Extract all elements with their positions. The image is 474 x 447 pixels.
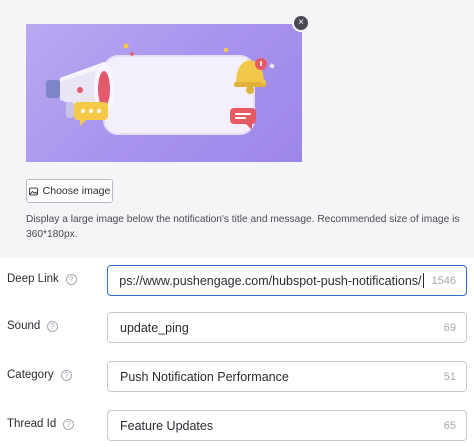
category-label-group: Category ?: [7, 369, 72, 381]
help-icon[interactable]: ?: [65, 273, 77, 285]
thread-id-value: Feature Updates: [120, 418, 214, 433]
help-icon[interactable]: ?: [60, 369, 72, 381]
image-help-text: Display a large image below the notifica…: [26, 214, 460, 240]
sound-input[interactable]: update_ping 69: [107, 312, 467, 343]
deep-link-row: Deep Link ? https://www.pushengage.com/h…: [0, 265, 474, 297]
category-value: Push Notification Performance: [120, 369, 289, 384]
sound-label: Sound: [7, 320, 41, 332]
sound-value: update_ping: [120, 320, 189, 335]
category-char-count: 51: [443, 370, 456, 383]
thread-id-char-count: 65: [443, 419, 456, 432]
image-icon: [28, 187, 38, 195]
deep-link-input[interactable]: https://www.pushengage.com/hubspot-push-…: [107, 265, 467, 296]
choose-image-label: Choose image: [42, 185, 111, 197]
choose-image-button[interactable]: Choose image: [26, 179, 113, 203]
deep-link-value: https://www.pushengage.com/hubspot-push-…: [120, 273, 422, 288]
sound-char-count: 69: [443, 321, 456, 334]
notification-image-preview: [26, 24, 302, 162]
category-label: Category: [7, 369, 54, 381]
text-caret: [422, 273, 424, 288]
sound-label-group: Sound ?: [7, 320, 59, 332]
remove-image-button[interactable]: ×: [294, 16, 308, 30]
thread-id-input[interactable]: Feature Updates 65: [107, 410, 467, 441]
thread-id-row: Thread Id ? Feature Updates 65: [0, 410, 474, 442]
deep-link-label: Deep Link: [7, 273, 59, 285]
thread-id-label-group: Thread Id ?: [7, 418, 75, 430]
category-input[interactable]: Push Notification Performance 51: [107, 361, 467, 392]
deep-link-char-count: 1546: [431, 274, 456, 287]
help-icon[interactable]: ?: [47, 320, 59, 332]
large-image-panel: × Choose image Display a large image bel…: [0, 0, 474, 258]
megaphone-illustration: [46, 43, 275, 135]
help-icon[interactable]: ?: [63, 418, 75, 430]
category-row: Category ? Push Notification Performance…: [0, 361, 474, 393]
sound-row: Sound ? update_ping 69: [0, 312, 474, 344]
thread-id-label: Thread Id: [7, 418, 57, 430]
deep-link-label-group: Deep Link ?: [7, 273, 77, 285]
